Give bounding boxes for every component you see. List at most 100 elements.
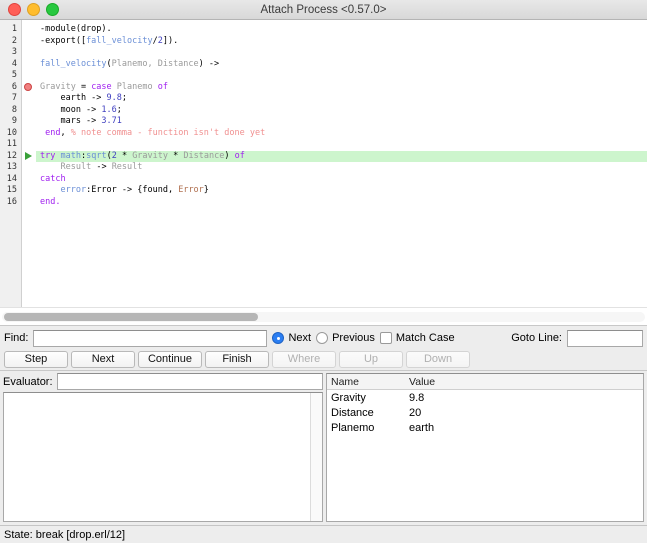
- marker-slot[interactable]: [22, 139, 36, 151]
- code-line[interactable]: [36, 70, 647, 82]
- table-row[interactable]: Gravity 9.8: [327, 390, 643, 405]
- bindings-table[interactable]: Name Value Gravity 9.8 Distance 20 Planemo ea…: [326, 373, 644, 522]
- scrollbar-track[interactable]: [2, 311, 645, 322]
- marker-slot[interactable]: [22, 59, 36, 71]
- radio-next-label: Next: [288, 332, 312, 344]
- code-token: Gravity: [132, 150, 169, 161]
- line-number: 15: [6, 185, 17, 195]
- code-line[interactable]: end, % note comma - function isn't done …: [36, 128, 647, 140]
- code-line[interactable]: fall_velocity(Planemo, Distance) ->: [36, 59, 647, 71]
- binding-name: Gravity: [331, 391, 366, 404]
- line-number-gutter: 1 2 3 4 5 6 7 8 9 10 11 12 13 14 15 16: [0, 20, 22, 307]
- code-line[interactable]: catch: [36, 174, 647, 186]
- next-button[interactable]: Next: [71, 350, 135, 368]
- goto-line-label: Goto Line:: [511, 332, 562, 344]
- code-editor[interactable]: 1 2 3 4 5 6 7 8 9 10 11 12 13 14 15 16 -module(drop). -e…: [0, 20, 647, 307]
- marker-slot[interactable]: [22, 116, 36, 128]
- code-token: error: [60, 185, 87, 195]
- code-line[interactable]: [36, 139, 647, 151]
- goto-line-input[interactable]: [567, 329, 643, 347]
- code-line[interactable]: -export([fall_velocity/2]).: [36, 36, 647, 48]
- marker-slot[interactable]: [22, 70, 36, 82]
- radio-previous-label: Previous: [332, 332, 375, 344]
- code-token: ->: [91, 162, 112, 172]
- current-line-marker[interactable]: [22, 151, 36, 163]
- table-row[interactable]: Planemo earth: [327, 420, 643, 435]
- column-header-value: Value: [409, 375, 436, 388]
- traffic-lights: [8, 3, 59, 16]
- bindings-table-body: Gravity 9.8 Distance 20 Planemo earth: [327, 390, 643, 435]
- match-case-toggle[interactable]: Match Case: [379, 332, 455, 344]
- marker-slot[interactable]: [22, 185, 36, 197]
- table-row[interactable]: Distance 20: [327, 405, 643, 420]
- line-number: 10: [6, 127, 17, 138]
- evaluator-input-row: Evaluator:: [3, 373, 323, 390]
- search-input[interactable]: [33, 329, 268, 347]
- code-token: fall_velocity: [86, 35, 153, 46]
- checkbox-match-case-icon[interactable]: [379, 332, 392, 344]
- code-token: Result: [111, 162, 143, 172]
- code-token: :Error -> {found,: [86, 185, 179, 195]
- continue-button[interactable]: Continue: [138, 350, 202, 368]
- code-token: % note comma - function isn't done yet: [70, 127, 266, 138]
- radio-previous-icon[interactable]: [316, 332, 329, 344]
- code-line[interactable]: [36, 47, 647, 59]
- code-line[interactable]: try math:sqrt(2 * Gravity * Distance) of: [36, 150, 647, 162]
- code-line[interactable]: -module(drop).: [36, 24, 647, 36]
- evaluator-output-text: [4, 393, 310, 521]
- scrollbar-thumb[interactable]: [4, 312, 258, 321]
- match-case-label: Match Case: [395, 332, 455, 344]
- code-token: Distance: [183, 150, 225, 161]
- marker-slot[interactable]: [22, 24, 36, 36]
- marker-slot[interactable]: [22, 174, 36, 186]
- window-title: Attach Process <0.57.0>: [260, 3, 387, 16]
- code-line[interactable]: mars -> 3.71: [36, 116, 647, 128]
- close-button-icon[interactable]: [8, 3, 21, 16]
- step-button[interactable]: Step: [4, 350, 68, 368]
- code-line[interactable]: Result -> Result: [36, 162, 647, 174]
- find-direction-next[interactable]: Next: [272, 332, 311, 344]
- minimize-button-icon[interactable]: [27, 3, 40, 16]
- code-token: ): [224, 150, 235, 161]
- marker-slot[interactable]: [22, 162, 36, 174]
- binding-value: 9.8: [409, 391, 425, 404]
- find-direction-previous[interactable]: Previous: [316, 332, 375, 344]
- code-token: Error: [178, 185, 204, 195]
- code-token: ,: [60, 127, 71, 138]
- code-token: Planemo: [116, 81, 153, 92]
- maximize-button-icon[interactable]: [46, 3, 59, 16]
- radio-next-icon[interactable]: [272, 332, 285, 344]
- code-token: *: [116, 150, 133, 161]
- marker-slot[interactable]: [22, 36, 36, 48]
- code-token: fall_velocity: [40, 58, 107, 69]
- code-line[interactable]: error:Error -> {found, Error}: [36, 185, 647, 197]
- code-line[interactable]: earth -> 9.8;: [36, 93, 647, 105]
- finish-button[interactable]: Finish: [205, 350, 269, 368]
- binding-value: 20: [409, 406, 422, 419]
- marker-slot[interactable]: [22, 47, 36, 59]
- marker-slot[interactable]: [22, 93, 36, 105]
- code-token: end: [45, 127, 61, 138]
- evaluator-output-box[interactable]: [3, 392, 323, 522]
- marker-slot[interactable]: [22, 128, 36, 140]
- editor-horizontal-scrollbar[interactable]: [0, 307, 647, 325]
- evaluator-vertical-scrollbar[interactable]: [310, 393, 322, 521]
- debugger-button-row: Step Next Continue Finish Where Up Down: [0, 350, 647, 370]
- evaluator-input[interactable]: [56, 373, 323, 390]
- marker-slot[interactable]: [22, 105, 36, 117]
- line-number: 5: [11, 70, 17, 80]
- code-token: sqrt: [86, 150, 107, 161]
- code-line[interactable]: Gravity = case Planemo of: [36, 82, 647, 94]
- down-button: Down: [406, 350, 470, 368]
- code-line[interactable]: end.: [36, 197, 647, 209]
- breakpoint-marker[interactable]: [22, 82, 36, 94]
- code-token: 9.8: [106, 93, 122, 103]
- source-code-area[interactable]: -module(drop). -export([fall_velocity/2])…: [36, 20, 647, 307]
- breakpoint-dot-icon[interactable]: [24, 83, 32, 91]
- code-line[interactable]: moon -> 1.6;: [36, 105, 647, 117]
- breakpoint-marker-column[interactable]: [22, 20, 36, 307]
- line-number: 14: [6, 173, 17, 184]
- evaluator-pane: Evaluator:: [0, 371, 326, 525]
- marker-slot[interactable]: [22, 197, 36, 209]
